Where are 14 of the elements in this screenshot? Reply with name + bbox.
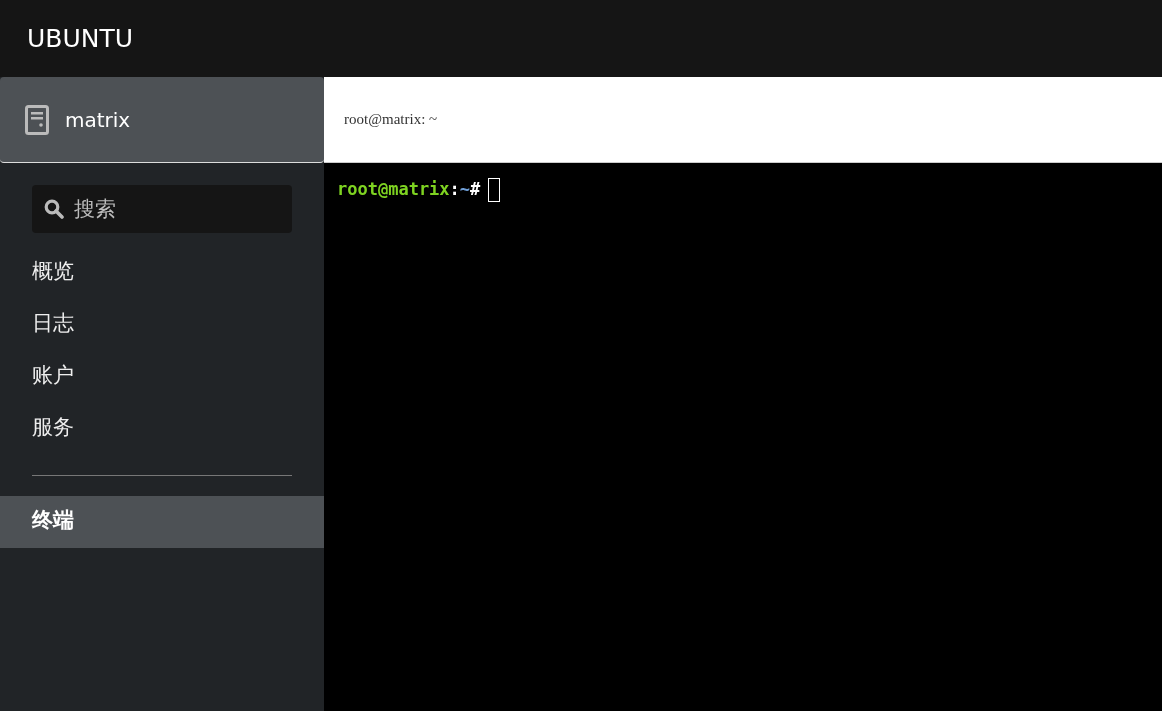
text-cursor	[488, 177, 501, 202]
shell-prompt: root@matrix:~#	[337, 178, 481, 201]
terminal-screen[interactable]: root@matrix:~#	[324, 163, 1162, 711]
terminal-title: root@matrix: ~	[344, 110, 438, 130]
search-field[interactable]: 搜索	[32, 185, 292, 233]
server-icon	[25, 104, 49, 135]
nav-item[interactable]: 账户	[0, 351, 324, 403]
nav-item[interactable]: 概览	[0, 247, 324, 299]
app-title: UBUNTU	[27, 22, 134, 55]
nav-item[interactable]: 终端	[0, 496, 324, 548]
nav-item[interactable]: 日志	[0, 299, 324, 351]
nav-item[interactable]: 服务	[0, 403, 324, 455]
search-icon	[44, 199, 64, 219]
host-item[interactable]: matrix	[0, 77, 324, 163]
